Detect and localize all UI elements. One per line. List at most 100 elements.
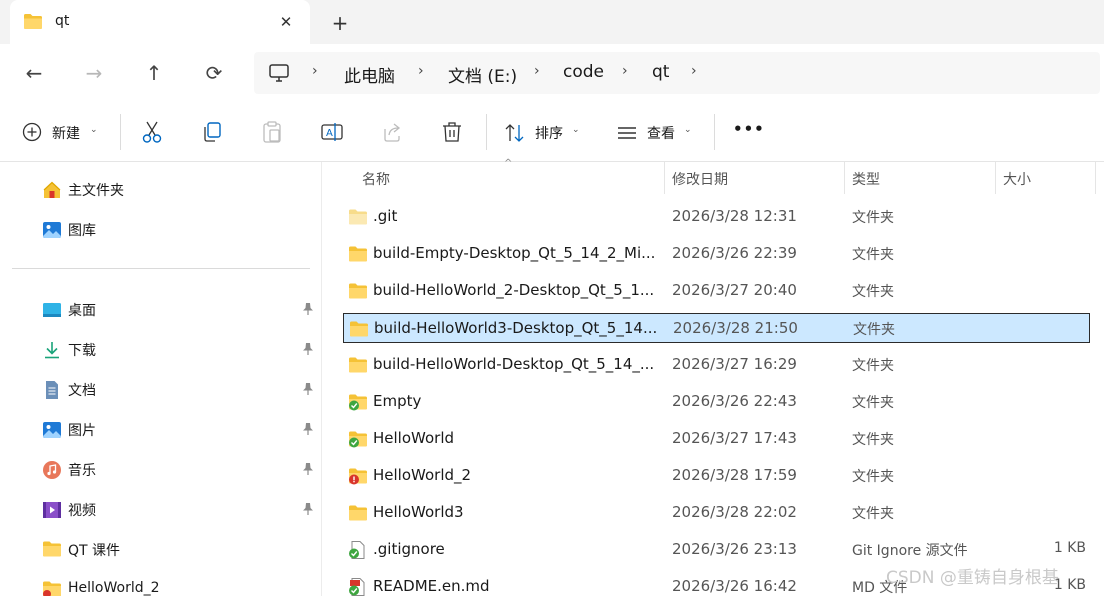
add-circle-icon (22, 122, 42, 142)
file-md-git-icon (349, 578, 365, 596)
sidebar-item-label: 下载 (68, 343, 96, 359)
refresh-button[interactable]: ⟳ (199, 58, 229, 88)
sort-label: 排序 (535, 126, 563, 142)
folder-icon (43, 541, 61, 557)
table-row[interactable]: HelloWorld 2026/3/27 17:43 文件夹 (343, 424, 1090, 454)
svg-text:A: A (326, 128, 333, 139)
file-type: 文件夹 (852, 284, 894, 300)
sidebar-item-documents[interactable]: 文档 (42, 378, 322, 402)
column-header-name[interactable]: 名称 (343, 162, 663, 194)
sidebar-item-desktop[interactable]: 桌面 (42, 298, 322, 322)
delete-button[interactable] (441, 120, 463, 146)
sidebar-item-downloads[interactable]: 下载 (42, 338, 322, 362)
pin-icon[interactable] (302, 422, 314, 436)
column-label: 类型 (852, 172, 880, 188)
new-tab-button[interactable]: + (326, 10, 354, 36)
column-label: 大小 (1003, 172, 1031, 188)
pin-icon[interactable] (302, 462, 314, 476)
pin-icon[interactable] (302, 302, 314, 316)
copy-button[interactable] (201, 120, 223, 146)
pin-icon[interactable] (302, 502, 314, 516)
share-icon (384, 123, 401, 142)
tab-title: qt (55, 13, 70, 29)
file-name: README.en.md (373, 577, 490, 595)
sidebar-item-label: 主文件夹 (68, 183, 124, 199)
chevron-right-icon[interactable]: › (418, 63, 424, 79)
file-date: 2026/3/26 16:42 (672, 577, 797, 595)
view-button[interactable]: 查看 ⌄ (616, 120, 696, 146)
sort-button[interactable]: 排序 ⌄ (504, 120, 584, 146)
table-row[interactable]: build-HelloWorld-Desktop_Qt_5_14_... 2026… (343, 350, 1090, 380)
column-label: 修改日期 (672, 172, 728, 188)
table-row[interactable]: HelloWorld3 2026/3/28 22:02 文件夹 (343, 498, 1090, 528)
file-date: 2026/3/27 20:40 (672, 281, 797, 299)
pin-icon[interactable] (302, 382, 314, 396)
computer-icon[interactable] (268, 62, 290, 88)
file-name: .git (373, 207, 398, 225)
home-icon (43, 181, 61, 198)
cut-icon (142, 121, 162, 143)
sidebar-item-music[interactable]: 音乐 (42, 458, 322, 482)
back-button[interactable]: ← (19, 58, 49, 88)
table-row-selected[interactable]: build-HelloWorld3-Desktop_Qt_5_14... 2026… (343, 313, 1090, 343)
tab-qt[interactable]: qt ✕ (10, 0, 310, 44)
chevron-right-icon[interactable]: › (622, 63, 628, 79)
file-type: 文件夹 (852, 247, 894, 263)
tab-close-icon[interactable]: ✕ (276, 12, 296, 32)
breadcrumb-qt[interactable]: qt (652, 62, 669, 82)
sidebar-item-qt-courseware[interactable]: QT 课件 (42, 538, 322, 562)
chevron-right-icon[interactable]: › (691, 63, 697, 79)
file-name: Empty (373, 392, 422, 410)
file-date: 2026/3/26 23:13 (672, 540, 797, 558)
sidebar-item-home[interactable]: 主文件夹 (42, 178, 322, 202)
table-row[interactable]: .gitignore 2026/3/26 23:13 Git Ignore 源文件 1… (343, 535, 1090, 565)
breadcrumb-drive-e[interactable]: 文档 (E:) (448, 62, 517, 87)
table-row[interactable]: build-HelloWorld_2-Desktop_Qt_5_1... 2026… (343, 276, 1090, 306)
breadcrumb-this-pc[interactable]: 此电脑 (344, 62, 395, 87)
new-button[interactable]: 新建 ⌄ (22, 120, 102, 146)
file-list: ^ 名称 修改日期 类型 大小 .git 2026/3/28 12:31 文件夹 bu… (323, 158, 1104, 596)
file-type: 文件夹 (852, 395, 894, 411)
document-icon (46, 381, 58, 399)
pictures-icon (43, 422, 61, 438)
sidebar-item-label: 文档 (68, 383, 96, 399)
sidebar-item-videos[interactable]: 视频 (42, 498, 322, 522)
share-button[interactable] (381, 120, 403, 146)
column-header-size[interactable]: 大小 (996, 162, 1096, 194)
navigation-pane: 主文件夹 图库 桌面 下载 文档 图片 音乐 视频 QT 课件 HelloWor… (0, 162, 322, 596)
chevron-right-icon[interactable]: › (534, 63, 540, 79)
pin-icon[interactable] (302, 342, 314, 356)
forward-button[interactable]: → (79, 58, 109, 88)
copy-icon (204, 122, 221, 142)
column-header-type[interactable]: 类型 (845, 162, 995, 194)
column-label: 名称 (362, 172, 390, 188)
table-row[interactable]: HelloWorld_2 2026/3/28 17:59 文件夹 (343, 461, 1090, 491)
breadcrumb-code[interactable]: code (563, 62, 604, 82)
folder-icon (349, 246, 367, 262)
table-row[interactable]: .git 2026/3/28 12:31 文件夹 (343, 202, 1090, 232)
table-row[interactable]: build-Empty-Desktop_Qt_5_14_2_Mi... 2026/… (343, 239, 1090, 269)
sidebar-item-helloworld-2[interactable]: HelloWorld_2 (42, 578, 322, 596)
file-name: build-Empty-Desktop_Qt_5_14_2_Mi... (373, 244, 656, 262)
up-button[interactable]: ↑ (139, 58, 169, 88)
folder-icon (43, 581, 61, 596)
more-icon: ••• (733, 120, 765, 138)
address-bar[interactable]: › 此电脑 › 文档 (E:) › code › qt › (254, 52, 1100, 94)
column-divider[interactable] (1095, 162, 1096, 194)
sidebar-divider (12, 268, 310, 269)
cut-button[interactable] (141, 120, 163, 146)
chevron-right-icon[interactable]: › (312, 63, 318, 79)
file-type: 文件夹 (852, 432, 894, 448)
paste-button[interactable] (261, 120, 283, 146)
file-date: 2026/3/28 17:59 (672, 466, 797, 484)
folder-git-modified-icon (349, 468, 367, 485)
folder-icon (349, 283, 367, 299)
more-button[interactable]: ••• (733, 120, 764, 146)
table-row[interactable]: Empty 2026/3/26 22:43 文件夹 (343, 387, 1090, 417)
rename-button[interactable]: A (320, 120, 344, 146)
column-header-modified[interactable]: 修改日期 (665, 162, 845, 194)
sidebar-item-gallery[interactable]: 图库 (42, 218, 322, 242)
rename-icon: A (321, 123, 343, 141)
file-type: 文件夹 (852, 358, 894, 374)
sidebar-item-pictures[interactable]: 图片 (42, 418, 322, 442)
